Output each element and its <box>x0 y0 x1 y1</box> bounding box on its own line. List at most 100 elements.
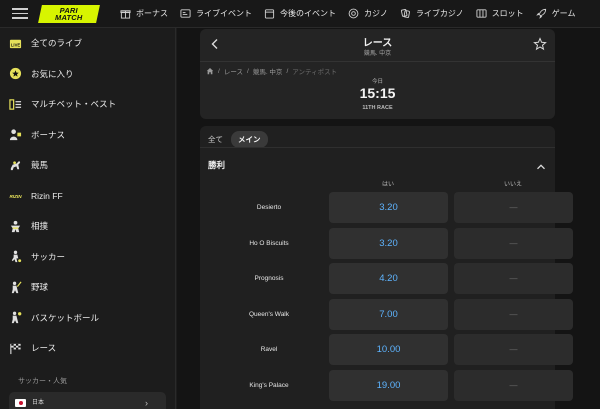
odds-yes-button[interactable]: 3.20 <box>329 192 448 223</box>
nav-games-label: ゲーム <box>551 9 576 18</box>
selection-row: Desierto 3.20 — <box>200 192 573 223</box>
odds-no-button[interactable]: — <box>454 227 573 259</box>
collapse-button[interactable] <box>536 159 546 170</box>
nav-casino[interactable]: カジノ <box>348 8 388 19</box>
odds-yes-button[interactable]: 3.20 <box>329 227 448 259</box>
nav-live-events[interactable]: ライブイベント <box>180 8 252 19</box>
calendar-icon <box>264 8 275 19</box>
svg-text:RIZIN: RIZIN <box>9 194 22 199</box>
sidebar-item-label: 相撲 <box>31 221 49 232</box>
gift-icon <box>120 8 131 19</box>
sidebar-item-all-live[interactable]: LIVE 全てのライブ <box>0 28 175 59</box>
sidebar-item-favorites[interactable]: お気に入り <box>0 59 175 90</box>
odds-no-button[interactable]: — <box>454 334 573 365</box>
nav-slots[interactable]: スロット <box>476 8 524 19</box>
odds-yes-button[interactable]: 4.20 <box>329 263 448 294</box>
event-date-label: 今日 <box>371 79 383 85</box>
sidebar-item-bonus[interactable]: ボーナス <box>0 120 175 151</box>
svg-text:LIVE: LIVE <box>10 42 19 47</box>
race-number: 11TH RACE <box>362 105 393 111</box>
live-casino-icon <box>400 8 411 19</box>
top-navigation-bar: PARI MATCH ボーナス ライブイベント 今後のイベント カジノ ライブカジ… <box>0 0 600 28</box>
sidebar-item-label: ボーナス <box>31 129 66 140</box>
favorite-button[interactable] <box>533 37 547 51</box>
market-tabs: 全て メイン <box>206 131 268 148</box>
breadcrumb-horse-racing[interactable]: 競馬. 中京 <box>253 66 283 76</box>
sidebar-item-label: 野球 <box>31 282 49 293</box>
home-icon[interactable] <box>206 67 214 75</box>
event-time: 15:15 <box>359 85 396 101</box>
tab-main[interactable]: メイン <box>231 131 268 148</box>
breadcrumb: / レース / 競馬. 中京 / アンティポスト <box>206 66 337 76</box>
market-title: 勝利 <box>208 160 226 170</box>
runner-name: King's Palace <box>249 381 289 389</box>
sidebar-item-label: サッカー <box>31 251 66 262</box>
odds-yes-button[interactable]: 7.00 <box>329 298 448 330</box>
rizin-icon: RIZIN <box>8 189 22 203</box>
racing-flag-icon <box>8 341 22 355</box>
sidebar-item-label: Rizin FF <box>31 190 63 201</box>
top-nav-items: ボーナス ライブイベント 今後のイベント カジノ ライブカジノ スロット ゲーム <box>120 8 575 19</box>
sidebar-item-baseball[interactable]: 野球 <box>0 272 175 303</box>
breadcrumb-current: アンティポスト <box>292 69 338 76</box>
chevron-right-icon: › <box>145 397 148 408</box>
runner-name: Prognosis <box>254 275 284 282</box>
odds-no-button[interactable]: — <box>454 369 573 401</box>
sidebar-item-multibet[interactable]: マルチベット・ベスト <box>0 89 175 120</box>
nav-slots-label: スロット <box>491 9 524 18</box>
nav-live-casino[interactable]: ライブカジノ <box>400 8 464 19</box>
horse-racing-icon <box>8 158 22 172</box>
header-divider <box>200 61 555 62</box>
sidebar-country-label: 日本 <box>32 399 45 406</box>
parimatch-logo[interactable]: PARI MATCH <box>38 4 100 23</box>
chevron-up-icon <box>537 164 545 170</box>
odds-no-button[interactable]: — <box>454 298 573 330</box>
selection-row: Prognosis 4.20 — <box>200 263 573 294</box>
breadcrumb-racing[interactable]: レース <box>224 66 243 76</box>
tab-all[interactable]: 全て <box>206 131 225 148</box>
sidebar-item-label: レース <box>31 343 57 354</box>
breadcrumb-separator: / <box>247 67 249 75</box>
japan-flag-icon <box>15 398 26 407</box>
soccer-icon <box>8 250 22 264</box>
menu-hamburger-icon[interactable] <box>12 8 28 19</box>
breadcrumb-separator: / <box>218 67 220 75</box>
odds-yes-button[interactable]: 10.00 <box>329 334 448 365</box>
odds-no-button[interactable]: — <box>454 192 573 223</box>
sidebar-item-soccer[interactable]: サッカー <box>0 242 175 273</box>
nav-bonus-label: ボーナス <box>136 9 168 18</box>
selection-row: Queen's Walk 7.00 — <box>200 298 573 330</box>
nav-upcoming-events[interactable]: 今後のイベント <box>264 8 336 19</box>
odds-no-button[interactable]: — <box>454 263 573 294</box>
sumo-icon <box>8 219 22 233</box>
selection-row: Ravel 10.00 — <box>200 334 573 365</box>
logo-text: PARI MATCH <box>55 5 83 22</box>
event-title: レース <box>362 38 393 49</box>
bonus-icon <box>8 128 22 142</box>
nav-bonus[interactable]: ボーナス <box>120 8 168 19</box>
nav-casino-label: カジノ <box>364 9 388 18</box>
sidebar-item-racing[interactable]: レース <box>0 333 175 364</box>
nav-games[interactable]: ゲーム <box>535 8 576 19</box>
runner-name: Queen's Walk <box>248 310 289 318</box>
sidebar-item-sumo[interactable]: 相撲 <box>0 211 175 242</box>
sidebar-item-horse-racing[interactable]: 競馬 <box>0 150 175 181</box>
live-icon: LIVE <box>8 36 22 50</box>
runner-name: Ravel <box>260 346 278 353</box>
star-outline-icon <box>533 37 547 51</box>
selection-row: King's Palace 19.00 — <box>200 369 573 401</box>
nav-live-casino-label: ライブカジノ <box>415 9 464 18</box>
casino-chip-icon <box>348 8 359 19</box>
selection-row: Ho O Biscuits 3.20 — <box>200 227 573 259</box>
odds-yes-button[interactable]: 19.00 <box>329 369 448 401</box>
column-header-yes: はい <box>381 182 394 188</box>
sidebar-country-card[interactable]: 日本 › <box>9 391 166 409</box>
baseball-icon <box>8 280 22 294</box>
multibet-icon <box>8 97 22 111</box>
main-content: レース 競馬. 中京 / レース / 競馬. 中京 / アンティポスト 今日 1… <box>177 28 600 409</box>
sidebar-section-title: サッカー・人気 <box>18 377 67 385</box>
column-header-no: いいえ <box>503 182 522 188</box>
sidebar-item-basketball[interactable]: バスケットボール <box>0 303 175 334</box>
sidebar-item-rizin[interactable]: RIZIN Rizin FF <box>0 181 175 212</box>
rocket-icon <box>535 8 547 19</box>
